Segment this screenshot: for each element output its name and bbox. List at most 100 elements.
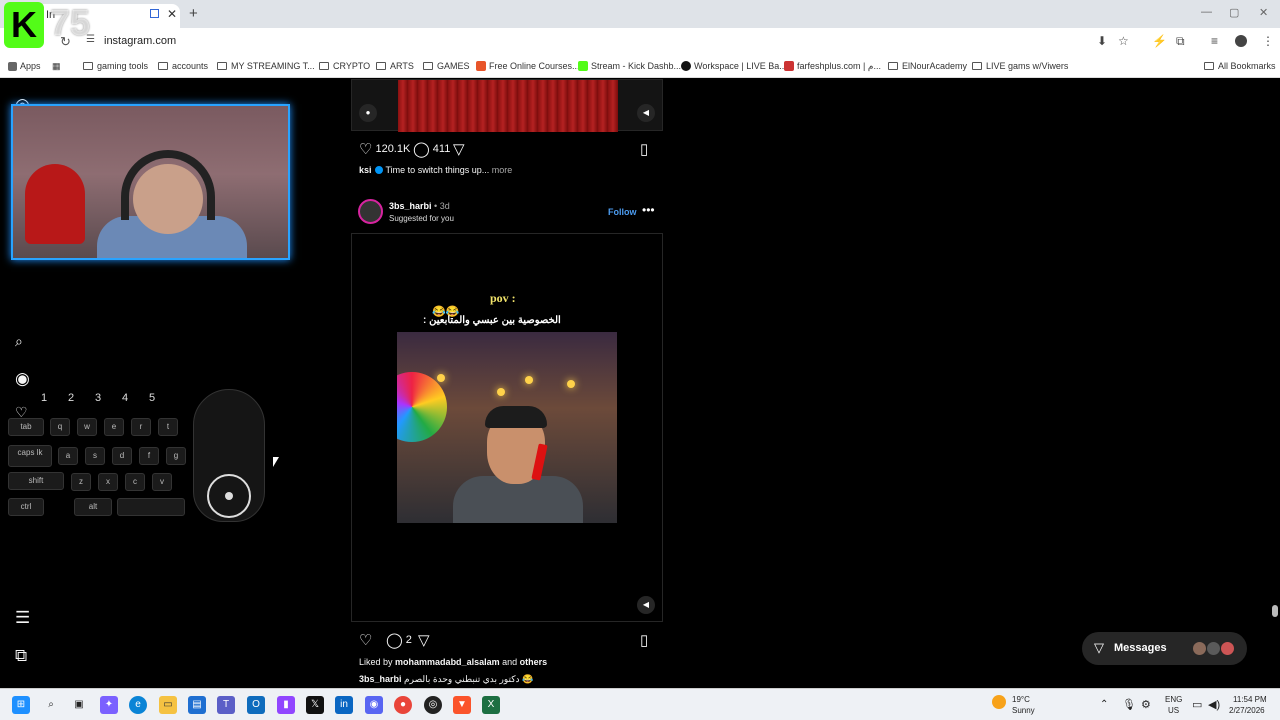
start-icon[interactable]: ⊞ xyxy=(12,696,30,714)
post1-like-button[interactable]: ♡ 120.1K xyxy=(359,140,410,158)
key-ctrl: ctrl xyxy=(8,498,44,516)
x-twitter-icon[interactable]: 𝕏 xyxy=(306,696,324,714)
bookmark-folder-streaming[interactable]: MY STREAMING T... xyxy=(217,61,315,71)
discord-icon[interactable]: ◉ xyxy=(365,696,383,714)
key-5: 5 xyxy=(149,392,156,404)
folder-icon xyxy=(217,62,227,70)
tab-groups-icon[interactable]: ▦ xyxy=(52,61,61,72)
key-alt: alt xyxy=(74,498,112,516)
window-close-icon[interactable]: ✕ xyxy=(1259,6,1268,19)
bookmark-folder-games[interactable]: GAMES xyxy=(423,61,470,71)
post2-avatar[interactable] xyxy=(358,199,383,224)
liked-by-user[interactable]: mohammadabd_alsalam xyxy=(395,657,500,667)
extension-badge-icon[interactable]: ⚡ xyxy=(1152,34,1167,48)
key-z: z xyxy=(71,473,91,491)
stream-viewer-overlay: K 75 xyxy=(0,0,104,50)
bookmark-free-courses[interactable]: Free Online Courses... xyxy=(476,61,580,71)
bookmark-folder-elnour[interactable]: ElNourAcademy xyxy=(888,61,967,71)
tray-expand-icon[interactable]: ⌃ xyxy=(1100,699,1108,710)
messages-button[interactable]: ▽ Messages xyxy=(1082,632,1247,665)
prize-wheel xyxy=(397,372,447,442)
bookmark-farfeshplus[interactable]: farfeshplus.com | م... xyxy=(784,61,881,72)
tab-close-icon[interactable]: ✕ xyxy=(167,7,177,21)
task-view-icon[interactable]: ▣ xyxy=(70,696,88,714)
post2-liked-by: Liked by mohammadabd_alsalam and others xyxy=(359,657,548,667)
volume-icon[interactable]: ◀) xyxy=(1208,698,1220,711)
follow-button[interactable]: Follow xyxy=(608,207,637,217)
liked-by-others[interactable]: others xyxy=(520,657,548,667)
twitch-icon[interactable]: ▮ xyxy=(277,696,295,714)
post2-comment-count: 2 xyxy=(405,634,412,646)
profile-avatar[interactable] xyxy=(1235,35,1247,47)
tagged-user-icon[interactable]: ● xyxy=(359,104,377,122)
post2-options-icon[interactable]: ••• xyxy=(642,203,655,217)
brave-icon[interactable]: ▼ xyxy=(453,696,471,714)
post1-media[interactable] xyxy=(351,79,663,132)
more-menu-icon[interactable]: ☰ xyxy=(15,608,30,628)
outlook-icon[interactable]: O xyxy=(247,696,265,714)
bookmark-folder-arts[interactable]: ARTS xyxy=(376,61,414,71)
url-field[interactable]: instagram.com xyxy=(104,35,176,47)
obs-icon[interactable]: ◎ xyxy=(424,696,442,714)
bookmark-all-bookmarks[interactable]: All Bookmarks xyxy=(1204,61,1276,71)
post1-comment-button[interactable]: ◯ 411 xyxy=(413,140,450,158)
windows-taskbar: ⊞ ⌕ ▣ ✦ e ▭ ▤ T O ▮ 𝕏 in ◉ ● ◎ ▼ X 19°C … xyxy=(0,688,1280,720)
new-tab-button[interactable]: + xyxy=(189,5,198,22)
post1-share-button[interactable]: ▽ xyxy=(453,140,468,158)
copilot-icon[interactable]: ✦ xyxy=(100,696,118,714)
extensions-icon[interactable]: ⧉ xyxy=(1176,34,1185,49)
reading-list-icon[interactable]: ≡ xyxy=(1211,34,1218,48)
network-icon[interactable]: ▭ xyxy=(1192,698,1202,711)
language-code[interactable]: ENG xyxy=(1165,695,1182,704)
also-from-meta-icon[interactable]: ⧉ xyxy=(15,646,27,666)
weather-desc: Sunny xyxy=(1012,706,1035,715)
taskbar-search-icon[interactable]: ⌕ xyxy=(42,696,60,714)
bookmark-kick-dashboard[interactable]: Stream - Kick Dashb... xyxy=(578,61,681,71)
scrollbar-thumb[interactable] xyxy=(1272,605,1278,617)
install-app-icon[interactable]: ⬇ xyxy=(1097,34,1107,48)
post2-comment-button[interactable]: ◯ 2 xyxy=(386,631,412,649)
post2-like-button[interactable]: ♡ xyxy=(359,631,375,649)
bookmark-folder-accounts[interactable]: accounts xyxy=(158,61,208,71)
key-q: q xyxy=(50,418,70,436)
edge-icon[interactable]: e xyxy=(129,696,147,714)
messages-icon: ▽ xyxy=(1094,640,1104,655)
viewer-count: 75 xyxy=(50,2,91,43)
explore-icon[interactable]: ◉ xyxy=(15,369,30,389)
search-icon[interactable]: ⌕ xyxy=(15,333,23,350)
clock-time[interactable]: 11:54 PM xyxy=(1233,695,1267,704)
post2-username[interactable]: 3bs_harbi • 3d xyxy=(389,201,450,211)
post2-volume-icon[interactable]: ◀ xyxy=(637,596,655,614)
post1-volume-icon[interactable]: ◀ xyxy=(637,104,655,122)
store-icon[interactable]: ▤ xyxy=(188,696,206,714)
post1-save-button[interactable]: ▯ xyxy=(640,140,651,158)
kick-logo-icon: K xyxy=(4,2,44,48)
bookmark-apps[interactable]: Apps xyxy=(8,61,41,71)
folder-icon xyxy=(972,62,982,70)
bookmark-star-icon[interactable]: ☆ xyxy=(1118,34,1129,48)
excel-icon[interactable]: X xyxy=(482,696,500,714)
bookmark-folder-crypto[interactable]: CRYPTO xyxy=(319,61,370,71)
bookmark-folder-gaming-tools[interactable]: gaming tools xyxy=(83,61,148,71)
tab-media-icon xyxy=(150,9,159,18)
chrome-icon[interactable]: ● xyxy=(394,696,412,714)
post1-more-link[interactable]: more xyxy=(492,165,513,175)
maximize-icon[interactable]: ▢ xyxy=(1229,6,1239,19)
tray-app-icon[interactable]: ⚙ xyxy=(1141,698,1151,711)
post2-share-button[interactable]: ▽ xyxy=(418,631,433,649)
post2-caption-user[interactable]: 3bs_harbi xyxy=(359,674,402,684)
key-r: r xyxy=(131,418,151,436)
browser-menu-icon[interactable]: ⋮ xyxy=(1262,34,1274,48)
teams-icon[interactable]: T xyxy=(217,696,235,714)
linkedin-icon[interactable]: in xyxy=(335,696,353,714)
post2-save-button[interactable]: ▯ xyxy=(640,631,651,649)
microphone-icon[interactable]: 🎙 xyxy=(1122,698,1136,711)
file-explorer-icon[interactable]: ▭ xyxy=(159,696,177,714)
video-frame xyxy=(397,332,617,523)
bookmark-workspace[interactable]: Workspace | LIVE Ba... xyxy=(681,61,787,71)
weather-icon[interactable] xyxy=(992,695,1006,709)
bookmark-icon: ▯ xyxy=(640,632,649,649)
minimize-icon[interactable]: — xyxy=(1201,6,1212,18)
bookmark-folder-live-games[interactable]: LIVE gams w/Viwers xyxy=(972,61,1068,71)
post1-author[interactable]: ksi xyxy=(359,165,372,175)
